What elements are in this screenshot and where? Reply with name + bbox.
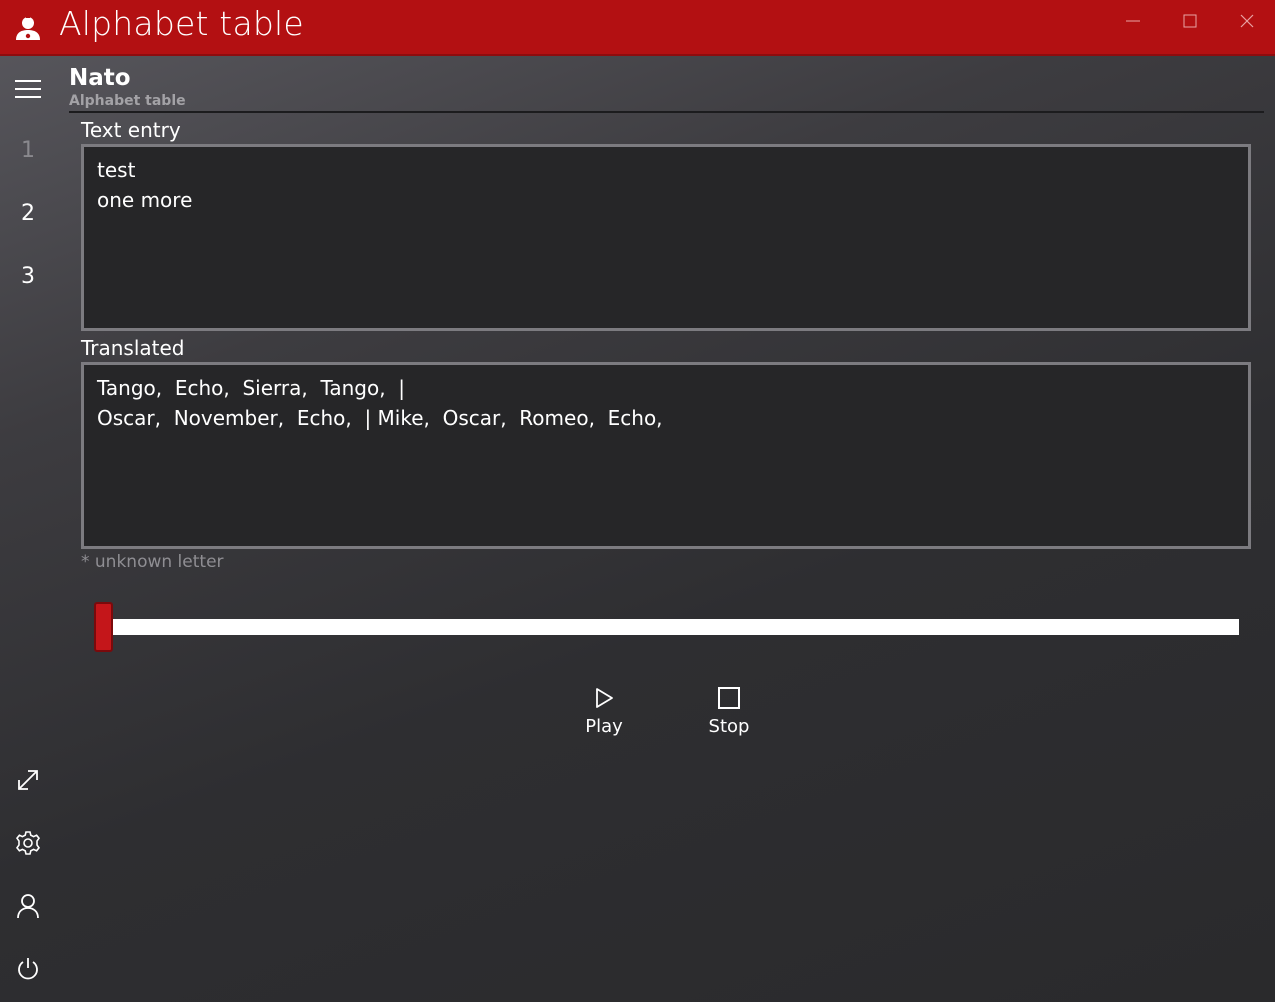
maximize-icon <box>1183 14 1197 28</box>
play-icon <box>596 688 613 708</box>
play-button[interactable]: Play <box>564 686 644 750</box>
nav-item-3[interactable]: 3 <box>0 264 56 289</box>
window-title: Alphabet table <box>59 4 304 43</box>
text-entry-label: Text entry <box>81 118 181 142</box>
position-slider-thumb[interactable] <box>94 602 113 652</box>
expand-icon[interactable] <box>14 766 42 794</box>
page-subtitle: Alphabet table <box>69 93 186 109</box>
nav-item-1[interactable]: 1 <box>0 138 56 163</box>
translated-output[interactable]: Tango, Echo, Sierra, Tango, | Oscar, Nov… <box>81 362 1251 549</box>
text-entry-input[interactable]: test one more <box>81 144 1251 331</box>
app-person-icon <box>16 15 40 40</box>
stop-icon <box>718 687 740 709</box>
header-divider <box>69 111 1264 113</box>
person-icon[interactable] <box>14 892 42 920</box>
play-label: Play <box>585 716 623 737</box>
minimize-icon <box>1126 20 1140 22</box>
close-button[interactable] <box>1227 6 1267 36</box>
gear-icon[interactable] <box>14 829 42 857</box>
title-bar[interactable]: Alphabet table <box>0 0 1275 56</box>
stop-button[interactable]: Stop <box>689 686 769 750</box>
app-window: Alphabet table 1 2 3 Nato Alphabet table… <box>0 0 1275 1002</box>
maximize-button[interactable] <box>1170 6 1210 36</box>
power-icon[interactable] <box>14 955 42 983</box>
translated-label: Translated <box>81 336 185 360</box>
page-title: Nato <box>69 65 131 91</box>
unknown-letter-note: * unknown letter <box>81 552 224 572</box>
hamburger-menu-icon[interactable] <box>15 80 41 98</box>
nav-item-2[interactable]: 2 <box>0 201 56 226</box>
position-slider-track[interactable] <box>112 619 1239 635</box>
nav-rail <box>0 58 56 1002</box>
stop-label: Stop <box>708 716 750 737</box>
close-icon <box>1240 14 1254 28</box>
minimize-button[interactable] <box>1113 6 1153 36</box>
